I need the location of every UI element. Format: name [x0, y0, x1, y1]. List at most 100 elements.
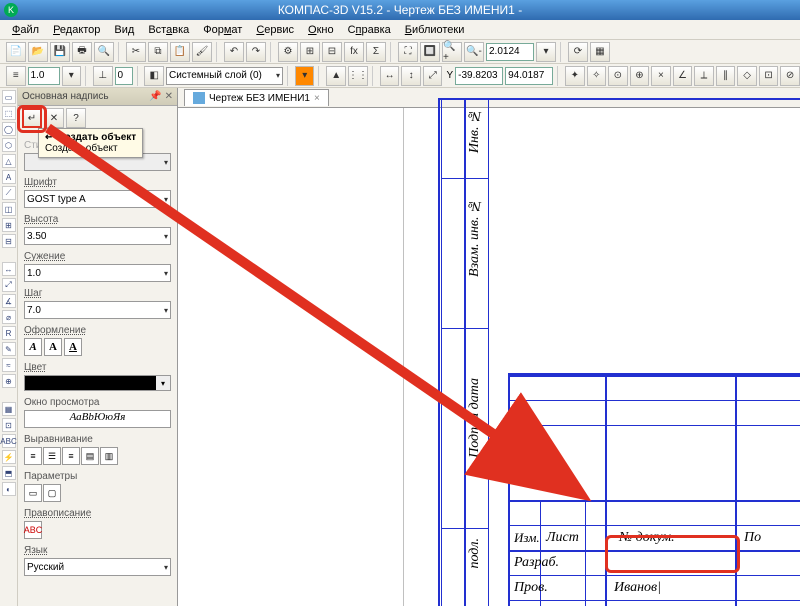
- preview-icon[interactable]: 🔍: [94, 42, 114, 62]
- tool4-icon[interactable]: fx: [344, 42, 364, 62]
- menu-service[interactable]: Сервис: [250, 22, 300, 38]
- coord-y-input[interactable]: [505, 67, 553, 85]
- cut-icon[interactable]: ✂: [126, 42, 146, 62]
- narrow-combo[interactable]: 1.0▾: [24, 264, 171, 282]
- lt-icon[interactable]: ⟋: [2, 186, 16, 200]
- osnap1-icon[interactable]: ✦: [565, 66, 585, 86]
- align-justify-button[interactable]: ▤: [81, 447, 99, 465]
- lt-icon[interactable]: ∡: [2, 294, 16, 308]
- font-combo[interactable]: GOST type A▾: [24, 190, 171, 208]
- lt-icon[interactable]: ↔: [2, 262, 16, 276]
- underline-button[interactable]: A: [64, 338, 82, 356]
- dim3-icon[interactable]: ⤢: [423, 66, 443, 86]
- align-right-button[interactable]: ≡: [62, 447, 80, 465]
- param2-button[interactable]: ▢: [43, 484, 61, 502]
- snap2-icon[interactable]: ⋮⋮: [348, 66, 368, 86]
- osnap2-icon[interactable]: ✧: [587, 66, 607, 86]
- tool3-icon[interactable]: ⊟: [322, 42, 342, 62]
- chevron-down-icon[interactable]: ▾: [536, 42, 556, 62]
- height-combo[interactable]: 3.50▾: [24, 227, 171, 245]
- canvas-area[interactable]: Чертеж БЕЗ ИМЕНИ1 × Инв. № Взам. инв. № …: [178, 88, 800, 606]
- osnap8-icon[interactable]: ∥: [716, 66, 736, 86]
- lt-icon[interactable]: ABC: [2, 434, 16, 448]
- document-tab[interactable]: Чертеж БЕЗ ИМЕНИ1 ×: [184, 89, 329, 106]
- menu-view[interactable]: Вид: [108, 22, 140, 38]
- lt-icon[interactable]: ⬒: [2, 466, 16, 480]
- zoom-out-icon[interactable]: 🔍-: [464, 42, 484, 62]
- coord-x-input[interactable]: [455, 67, 503, 85]
- bold-button[interactable]: A: [44, 338, 62, 356]
- ortho-icon[interactable]: ⊥: [93, 66, 113, 86]
- osnap7-icon[interactable]: ⟂: [694, 66, 714, 86]
- lt-icon[interactable]: ✎: [2, 342, 16, 356]
- line-style-icon[interactable]: ≡: [6, 66, 26, 86]
- lt-icon[interactable]: ◫: [2, 202, 16, 216]
- cancel-button[interactable]: ✕: [44, 108, 64, 128]
- menu-file[interactable]: Файл: [6, 22, 45, 38]
- create-object-button[interactable]: ↵: [22, 108, 42, 128]
- lt-icon[interactable]: A: [2, 170, 16, 184]
- lt-icon[interactable]: ⊞: [2, 218, 16, 232]
- lt-icon[interactable]: ⊕: [2, 374, 16, 388]
- dim1-icon[interactable]: ↔: [380, 66, 400, 86]
- align-center-button[interactable]: ☰: [43, 447, 61, 465]
- help-button[interactable]: ?: [66, 108, 86, 128]
- open-icon[interactable]: 📂: [28, 42, 48, 62]
- undo-icon[interactable]: ↶: [224, 42, 244, 62]
- spellcheck-button[interactable]: ABC: [24, 521, 42, 539]
- lt-icon[interactable]: ◐: [2, 482, 16, 496]
- lt-icon[interactable]: ⬚: [2, 106, 16, 120]
- menu-edit[interactable]: Редактор: [47, 22, 106, 38]
- print-icon[interactable]: 🖶: [72, 42, 92, 62]
- zoom-win-icon[interactable]: 🔲: [420, 42, 440, 62]
- osnap5-icon[interactable]: ×: [651, 66, 671, 86]
- osnap9-icon[interactable]: ◇: [737, 66, 757, 86]
- lt-icon[interactable]: ⤢: [2, 278, 16, 292]
- osnap11-icon[interactable]: ⊘: [780, 66, 800, 86]
- brush-icon[interactable]: 🖌: [192, 42, 212, 62]
- lt-icon[interactable]: R: [2, 326, 16, 340]
- tool-icon[interactable]: ⚙: [278, 42, 298, 62]
- param1-button[interactable]: ▭: [24, 484, 42, 502]
- refresh-icon[interactable]: ⟳: [568, 42, 588, 62]
- dim2-icon[interactable]: ↕: [401, 66, 421, 86]
- lt-icon[interactable]: ▦: [2, 402, 16, 416]
- close-tab-icon[interactable]: ×: [314, 93, 320, 104]
- paste-icon[interactable]: 📋: [170, 42, 190, 62]
- lt-icon[interactable]: ⊡: [2, 418, 16, 432]
- chevron-down-icon[interactable]: ▾: [62, 66, 82, 86]
- lt-icon[interactable]: ≈: [2, 358, 16, 372]
- italic-button[interactable]: A: [24, 338, 42, 356]
- align-left-button[interactable]: ≡: [24, 447, 42, 465]
- lt-icon[interactable]: △: [2, 154, 16, 168]
- lt-icon[interactable]: ◯: [2, 122, 16, 136]
- align-5-button[interactable]: ▥: [100, 447, 118, 465]
- pin-icon[interactable]: 📌 ✕: [149, 91, 173, 102]
- osnap4-icon[interactable]: ⊕: [630, 66, 650, 86]
- lang-combo[interactable]: Русский▾: [24, 558, 171, 576]
- copy-icon[interactable]: ⧉: [148, 42, 168, 62]
- menu-libs[interactable]: Библиотеки: [399, 22, 471, 38]
- menu-window[interactable]: Окно: [302, 22, 340, 38]
- lt-icon[interactable]: ⬡: [2, 138, 16, 152]
- lt-icon[interactable]: ▭: [2, 90, 16, 104]
- lt-icon[interactable]: ⚡: [2, 450, 16, 464]
- tool2-icon[interactable]: ⊞: [300, 42, 320, 62]
- osnap6-icon[interactable]: ∠: [673, 66, 693, 86]
- name-input-cell[interactable]: Иванов|: [610, 575, 730, 600]
- osnap10-icon[interactable]: ⊡: [759, 66, 779, 86]
- grid-icon[interactable]: ▦: [590, 42, 610, 62]
- menu-format[interactable]: Формат: [197, 22, 248, 38]
- color-dropdown-icon[interactable]: ▾: [295, 66, 315, 86]
- zoom-in-icon[interactable]: 🔍+: [442, 42, 462, 62]
- osnap3-icon[interactable]: ⊙: [608, 66, 628, 86]
- zoom-value-input[interactable]: [486, 43, 534, 61]
- menu-insert[interactable]: Вставка: [142, 22, 195, 38]
- save-icon[interactable]: 💾: [50, 42, 70, 62]
- color-swatch[interactable]: ▾: [24, 375, 171, 391]
- lineweight-input[interactable]: [28, 67, 60, 85]
- lt-icon[interactable]: ⊟: [2, 234, 16, 248]
- snap1-icon[interactable]: ▲: [326, 66, 346, 86]
- menu-help[interactable]: Справка: [342, 22, 397, 38]
- redo-icon[interactable]: ↷: [246, 42, 266, 62]
